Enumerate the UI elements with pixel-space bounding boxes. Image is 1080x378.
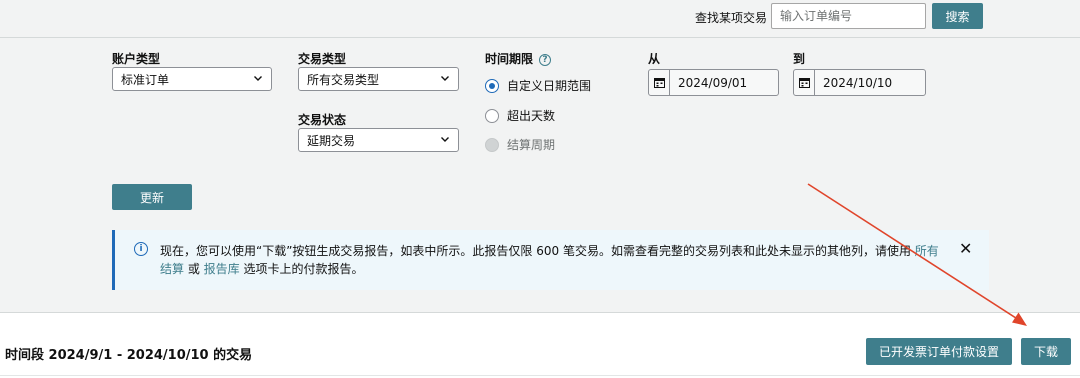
transaction-status-value: 延期交易: [307, 133, 356, 148]
info-text-part: 现在，您可以使用“下载”按钮生成交易报告，如表中所示。此报告仅限 600 笔交易…: [160, 244, 915, 258]
close-icon[interactable]: ✕: [959, 241, 972, 257]
radio-days-exceeded[interactable]: 超出天数: [485, 107, 555, 124]
account-type-label: 账户类型: [112, 52, 161, 66]
to-date-value: 2024/10/10: [823, 75, 893, 90]
transaction-status-select[interactable]: 延期交易: [298, 128, 459, 152]
info-message: 现在，您可以使用“下载”按钮生成交易报告，如表中所示。此报告仅限 600 笔交易…: [160, 242, 950, 278]
chevron-down-icon: [441, 76, 449, 81]
from-date-label: 从: [648, 52, 661, 66]
chevron-down-icon: [441, 137, 449, 142]
radio-disabled-icon: [485, 137, 499, 152]
account-type-select[interactable]: 标准订单: [112, 67, 272, 91]
radio-label: 结算周期: [507, 138, 556, 152]
info-text-part: 或: [184, 262, 204, 276]
help-icon[interactable]: ?: [539, 54, 552, 66]
radio-label: 超出天数: [507, 109, 556, 123]
divider: [0, 375, 1080, 376]
chevron-down-icon: [254, 76, 262, 81]
info-text-part: 选项卡上的付款报告。: [239, 262, 364, 276]
filter-panel: 查找某项交易 搜索 账户类型 标准订单 交易类型 所有交易类型 交易状态 延期交…: [0, 0, 1080, 313]
download-button[interactable]: 下载: [1021, 338, 1071, 365]
search-bar: 查找某项交易 搜索: [0, 0, 1080, 38]
from-date-value: 2024/09/01: [678, 75, 748, 90]
radio-unselected-icon: [485, 108, 499, 123]
from-date-field[interactable]: 2024/09/01: [648, 69, 779, 96]
to-date-label: 到: [793, 52, 806, 66]
to-date-field[interactable]: 2024/10/10: [793, 69, 926, 96]
report-library-link[interactable]: 报告库: [204, 262, 240, 276]
info-icon: i: [134, 242, 148, 256]
radio-selected-icon: [485, 78, 499, 93]
invoiced-order-payment-settings-button[interactable]: 已开发票订单付款设置: [866, 338, 1012, 365]
time-period-label: 时间期限?: [485, 50, 552, 67]
account-type-value: 标准订单: [121, 72, 170, 87]
order-number-search-input[interactable]: [771, 3, 926, 29]
info-banner: i 现在，您可以使用“下载”按钮生成交易报告，如表中所示。此报告仅限 600 笔…: [112, 230, 989, 290]
calendar-icon[interactable]: [794, 70, 815, 95]
transaction-type-value: 所有交易类型: [307, 72, 380, 87]
update-button[interactable]: 更新: [112, 184, 192, 210]
radio-custom-date-range[interactable]: 自定义日期范围: [485, 77, 591, 94]
transaction-type-select[interactable]: 所有交易类型: [298, 67, 459, 91]
search-button[interactable]: 搜索: [932, 3, 983, 29]
results-title: 时间段 2024/9/1 - 2024/10/10 的交易: [5, 348, 253, 363]
radio-label: 自定义日期范围: [507, 79, 592, 93]
radio-settlement-period: 结算周期: [485, 136, 555, 153]
search-label: 查找某项交易: [695, 11, 768, 25]
time-period-label-text: 时间期限: [485, 52, 534, 66]
transaction-type-label: 交易类型: [298, 52, 347, 66]
results-header: 时间段 2024/9/1 - 2024/10/10 的交易 已开发票订单付款设置…: [0, 323, 1080, 378]
calendar-icon[interactable]: [649, 70, 670, 95]
transaction-status-label: 交易状态: [298, 113, 347, 127]
